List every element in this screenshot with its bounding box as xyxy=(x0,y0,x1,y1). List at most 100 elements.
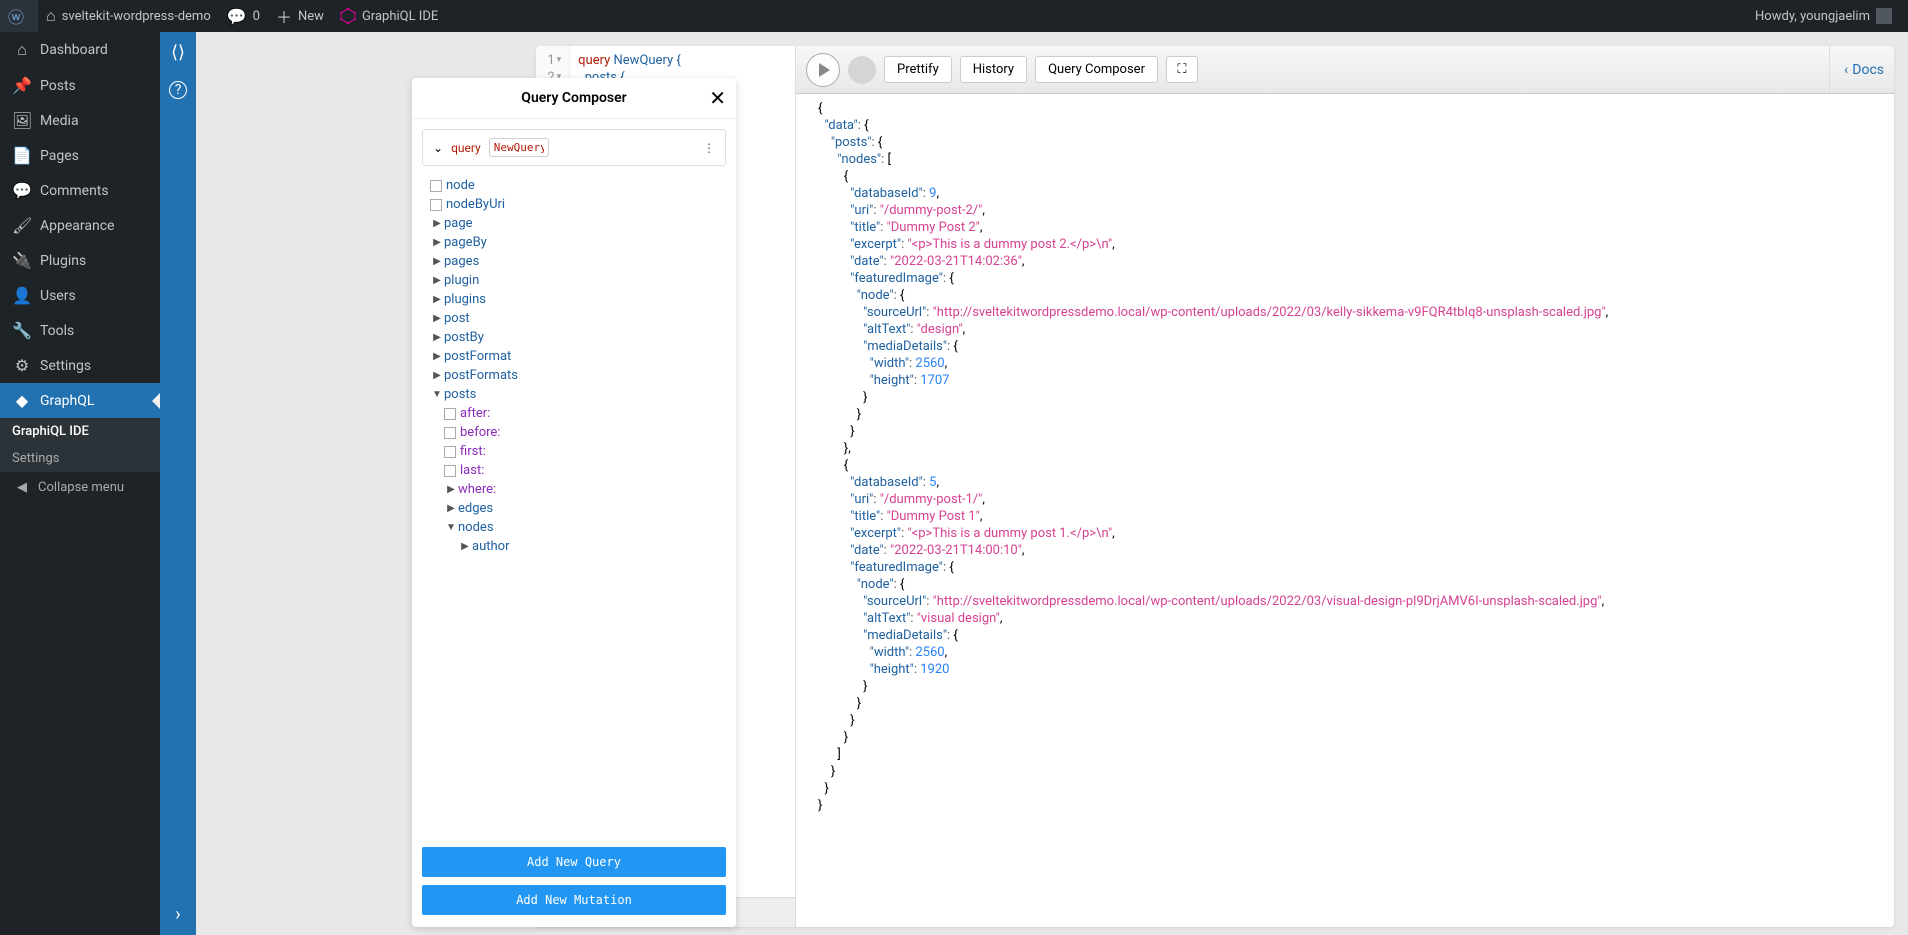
caret-right-icon[interactable]: ▶ xyxy=(430,351,444,362)
tree-item[interactable]: ▶postFormat xyxy=(430,347,718,366)
tree-label: pageBy xyxy=(444,235,487,250)
sidebar-item-dashboard[interactable]: ⌂Dashboard xyxy=(0,32,160,68)
tree-item[interactable]: ▶postFormats xyxy=(430,366,718,385)
chevron-down-icon[interactable]: ⌄ xyxy=(433,141,443,155)
tree-item[interactable]: ▼nodes xyxy=(430,518,718,537)
add-new-query-button[interactable]: Add New Query xyxy=(422,847,726,877)
sidebar-item-settings[interactable]: ⚙Settings xyxy=(0,348,160,383)
sidebar-item-plugins[interactable]: 🔌Plugins xyxy=(0,243,160,278)
graphiql-link[interactable]: GraphiQL IDE xyxy=(332,0,446,32)
comments-link[interactable]: 💬0 xyxy=(219,0,268,32)
query-name-input[interactable] xyxy=(489,138,549,157)
collapse-menu-button[interactable]: ◀Collapse menu xyxy=(0,472,160,503)
checkbox-icon[interactable] xyxy=(444,446,456,458)
ide-narrow-bar: ⟨⟩ ? › xyxy=(160,32,196,935)
caret-right-icon[interactable]: ▶ xyxy=(430,275,444,286)
menu-label: GraphQL xyxy=(40,393,94,409)
wp-logo-button[interactable]: ⓦ xyxy=(0,0,38,32)
composer-tree[interactable]: nodenodeByUri▶page▶pageBy▶pages▶plugin▶p… xyxy=(412,170,736,839)
tree-item[interactable]: ▶postBy xyxy=(430,328,718,347)
sidebar-item-posts[interactable]: 📌Posts xyxy=(0,68,160,103)
tree-item[interactable]: ▶pages xyxy=(430,252,718,271)
menu-icon: ◆ xyxy=(12,391,32,410)
docs-label: Docs xyxy=(1852,62,1884,78)
plus-icon: ＋ xyxy=(276,4,292,28)
menu-icon: 💬 xyxy=(12,181,32,200)
ide-main: 1▾2▾3▾4 5 6 7 8 9▾10▾11 12 13▾14 15 16 1… xyxy=(536,46,1894,927)
tree-label: before: xyxy=(460,425,500,440)
caret-right-icon[interactable]: ▶ xyxy=(430,370,444,381)
checkbox-icon[interactable] xyxy=(430,180,442,192)
caret-right-icon[interactable]: ▶ xyxy=(458,541,472,552)
checkbox-icon[interactable] xyxy=(444,465,456,477)
chevron-left-icon: ‹ xyxy=(1844,62,1848,78)
site-name-link[interactable]: ⌂sveltekit-wordpress-demo xyxy=(38,0,219,32)
prettify-button[interactable]: Prettify xyxy=(884,56,952,83)
query-keyword: query xyxy=(451,141,481,155)
tree-item[interactable]: ▶plugin xyxy=(430,271,718,290)
checkbox-icon[interactable] xyxy=(444,408,456,420)
menu-label: Pages xyxy=(40,148,79,164)
result-pane[interactable]: { "data": { "posts": { "nodes": [ { "dat… xyxy=(796,94,1894,927)
caret-down-icon[interactable]: ▼ xyxy=(444,522,458,533)
tree-item[interactable]: after: xyxy=(430,404,718,423)
caret-right-icon[interactable]: ▶ xyxy=(444,503,458,514)
tree-label: postFormats xyxy=(444,368,518,383)
tree-label: node xyxy=(446,178,475,193)
checkbox-icon[interactable] xyxy=(430,199,442,211)
new-link[interactable]: ＋New xyxy=(268,0,332,32)
submenu-item[interactable]: Settings xyxy=(0,445,160,472)
tree-item[interactable]: ▶author xyxy=(430,537,718,556)
tree-item[interactable]: ▶post xyxy=(430,309,718,328)
tree-item[interactable]: ▶plugins xyxy=(430,290,718,309)
sidebar-item-comments[interactable]: 💬Comments xyxy=(0,173,160,208)
caret-right-icon[interactable]: ▶ xyxy=(430,332,444,343)
fullscreen-button[interactable]: ⛶ xyxy=(1166,56,1198,83)
tree-item[interactable]: ▶where: xyxy=(430,480,718,499)
menu-icon: ⚙ xyxy=(12,356,32,375)
menu-label: Plugins xyxy=(40,253,86,269)
comment-icon: 💬 xyxy=(227,7,247,26)
close-icon[interactable]: ✕ xyxy=(709,86,726,110)
checkbox-icon[interactable] xyxy=(444,427,456,439)
tree-item[interactable]: ▼posts xyxy=(430,385,718,404)
sidebar-item-graphql[interactable]: ◆ GraphQL xyxy=(0,383,160,418)
user-avatar-icon[interactable] xyxy=(848,56,876,84)
sidebar-item-users[interactable]: 👤Users xyxy=(0,278,160,313)
chevron-right-icon[interactable]: › xyxy=(175,904,180,925)
sidebar-item-appearance[interactable]: 🖌Appearance xyxy=(0,208,160,243)
submenu-item[interactable]: GraphiQL IDE xyxy=(0,418,160,445)
caret-right-icon[interactable]: ▶ xyxy=(430,237,444,248)
help-icon[interactable]: ? xyxy=(169,81,187,99)
kebab-icon[interactable]: ⋮ xyxy=(703,141,715,155)
query-composer-button[interactable]: Query Composer xyxy=(1035,56,1158,83)
tree-item[interactable]: ▶pageBy xyxy=(430,233,718,252)
sidebar-item-tools[interactable]: 🔧Tools xyxy=(0,313,160,348)
code-icon[interactable]: ⟨⟩ xyxy=(171,42,185,63)
caret-down-icon[interactable]: ▼ xyxy=(430,389,444,400)
tree-item[interactable]: nodeByUri xyxy=(430,195,718,214)
tree-item[interactable]: node xyxy=(430,176,718,195)
caret-right-icon[interactable]: ▶ xyxy=(430,294,444,305)
tree-item[interactable]: ▶edges xyxy=(430,499,718,518)
caret-right-icon[interactable]: ▶ xyxy=(430,256,444,267)
tree-item[interactable]: before: xyxy=(430,423,718,442)
sidebar-item-pages[interactable]: 📄Pages xyxy=(0,138,160,173)
tree-item[interactable]: last: xyxy=(430,461,718,480)
tree-label: plugin xyxy=(444,273,479,288)
tree-label: plugins xyxy=(444,292,486,307)
play-button[interactable] xyxy=(806,53,840,87)
docs-button[interactable]: ‹Docs xyxy=(1829,46,1884,93)
caret-right-icon[interactable]: ▶ xyxy=(430,218,444,229)
caret-right-icon[interactable]: ▶ xyxy=(430,313,444,324)
tree-label: pages xyxy=(444,254,479,269)
tree-item[interactable]: first: xyxy=(430,442,718,461)
tree-label: postBy xyxy=(444,330,484,345)
howdy-link[interactable]: Howdy, youngjaelim xyxy=(1747,8,1900,24)
sidebar-item-media[interactable]: 🖼Media xyxy=(0,103,160,138)
tree-item[interactable]: ▶page xyxy=(430,214,718,233)
caret-right-icon[interactable]: ▶ xyxy=(444,484,458,495)
menu-label: Posts xyxy=(40,78,76,94)
add-new-mutation-button[interactable]: Add New Mutation xyxy=(422,885,726,915)
history-button[interactable]: History xyxy=(960,56,1027,83)
